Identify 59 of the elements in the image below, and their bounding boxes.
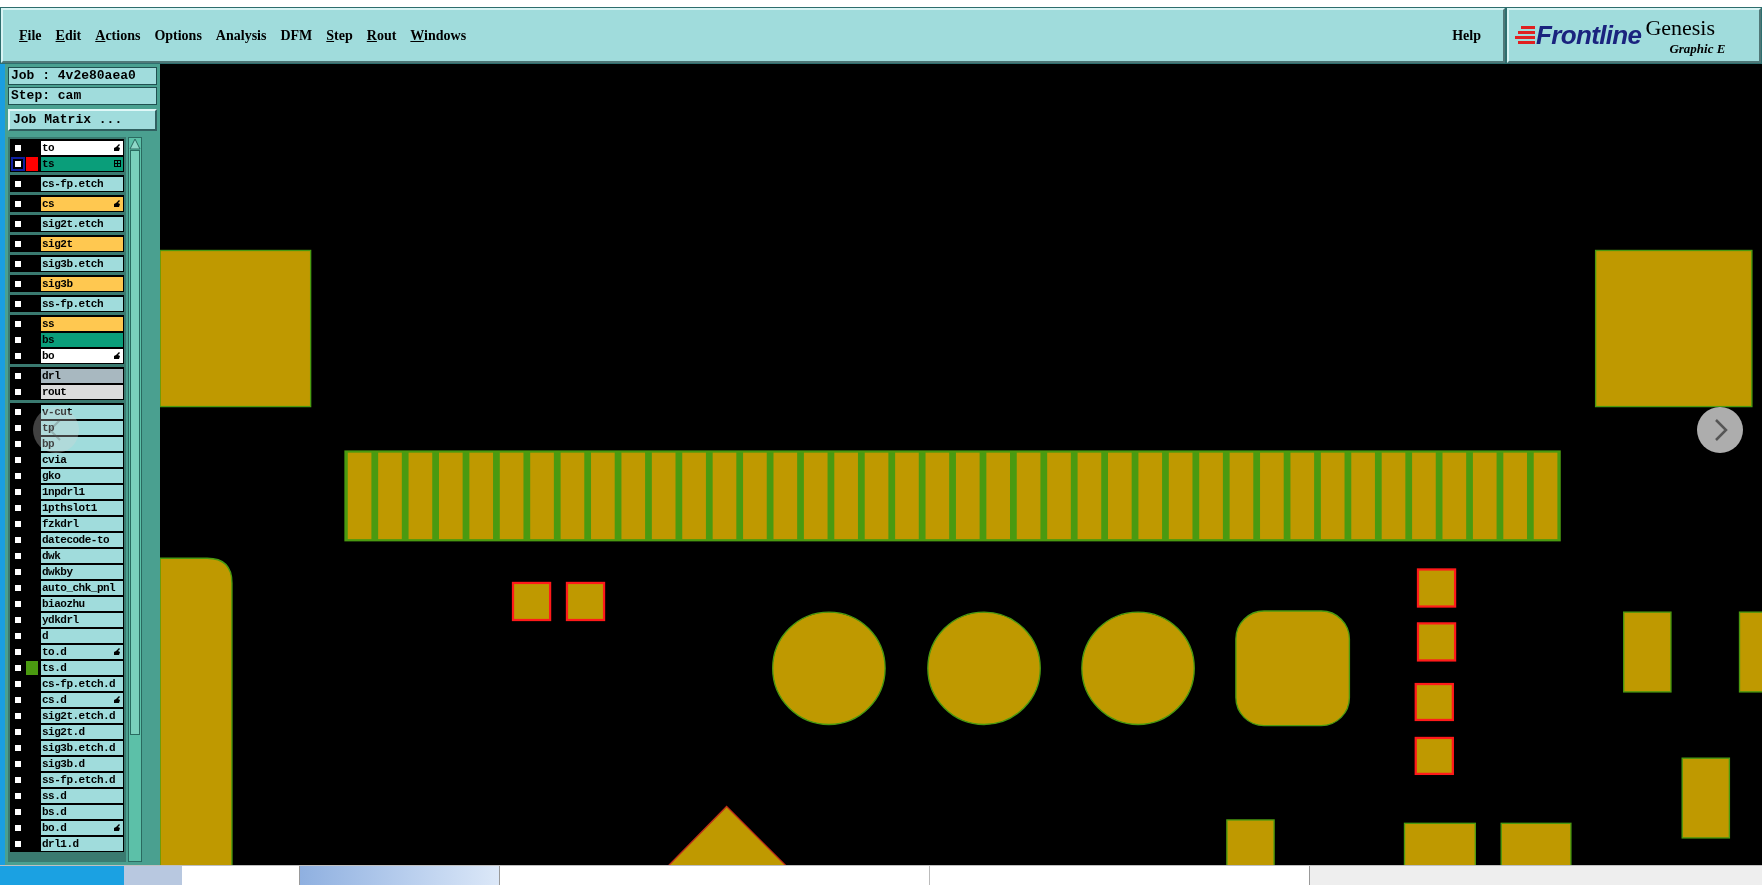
layer-name[interactable]: drl1.d (41, 836, 123, 851)
product-name: Genesis (1645, 16, 1717, 39)
layer-name[interactable]: dwkby (41, 564, 123, 579)
menu-item[interactable]: Options (154, 25, 202, 46)
logo-brand: Frontline (1536, 19, 1642, 52)
layer-name[interactable]: tp (41, 420, 123, 435)
layer-name[interactable]: sig3b (41, 276, 123, 291)
layer-name[interactable]: to.d (41, 644, 123, 659)
menu-item[interactable]: Edit (55, 25, 82, 46)
layer-name[interactable]: bo.d (41, 820, 123, 835)
layer-name[interactable]: auto_chk_pnl (41, 580, 123, 595)
layer-name[interactable]: ss.d (41, 788, 123, 803)
layer-name[interactable]: sig3b.etch (41, 256, 123, 271)
layer-name[interactable]: ts.d (41, 660, 123, 675)
step-label: Step: cam (8, 87, 157, 105)
layer-name[interactable]: bs.d (41, 804, 123, 819)
layer-name[interactable]: fzkdrl (41, 516, 123, 531)
job-matrix-button[interactable]: Job Matrix ... (8, 109, 157, 131)
layer-name[interactable]: gko (41, 468, 123, 483)
menu-item[interactable]: Actions (95, 25, 141, 46)
layer-name[interactable]: cs.d (41, 692, 123, 707)
layer-name[interactable]: d (41, 628, 123, 643)
layer-name[interactable]: sig2t.etch (41, 216, 123, 231)
layer-name[interactable]: cs-fp.etch (41, 176, 123, 191)
layer-row[interactable]: ts (11, 156, 123, 171)
layer-name[interactable]: sig2t (41, 236, 123, 251)
layer-name[interactable]: ydkdrl (41, 612, 123, 627)
layer-name[interactable]: sig2t.etch.d (41, 708, 123, 723)
layer-name[interactable]: ts (41, 156, 123, 171)
layer-name[interactable]: sig3b.etch.d (41, 740, 123, 755)
layer-name[interactable]: biaozhu (41, 596, 123, 611)
menu-item[interactable]: Rout (366, 25, 397, 46)
layer-name[interactable]: bs (41, 332, 123, 347)
layer-name[interactable]: sig2t.d (41, 724, 123, 739)
layer-name[interactable]: 1npdrl1 (41, 484, 123, 499)
menu-item[interactable]: Step (326, 25, 353, 46)
job-label: Job : 4v2e80aea0 (8, 67, 157, 85)
layer-name[interactable]: ss-fp.etch (41, 296, 123, 311)
menu-item[interactable]: Analysis (215, 25, 267, 46)
layer-name[interactable]: cvia (41, 452, 123, 467)
layer-name[interactable]: ss (41, 316, 123, 331)
help-menu[interactable]: Help (1452, 25, 1481, 46)
layer-name[interactable]: bo (41, 348, 123, 363)
menu-item[interactable]: File (19, 25, 42, 46)
layer-name[interactable]: drl (41, 368, 123, 383)
layer-name[interactable]: cs (41, 196, 123, 211)
layer-name[interactable]: rout (41, 384, 123, 399)
layer-name[interactable]: ss-fp.etch.d (41, 772, 123, 787)
layer-name[interactable]: dwk (41, 548, 123, 563)
layer-name[interactable]: bp (41, 436, 123, 451)
layer-name[interactable]: sig3b.d (41, 756, 123, 771)
menu-item[interactable]: DFM (280, 25, 313, 46)
layer-name[interactable]: 1pthslot1 (41, 500, 123, 515)
menu-item[interactable]: Windows (410, 25, 467, 46)
layer-name[interactable]: cs-fp.etch.d (41, 676, 123, 691)
layer-name[interactable]: v-cut (41, 404, 123, 419)
layer-name[interactable]: datecode-to (41, 532, 123, 547)
layer-name[interactable]: to (41, 140, 123, 155)
product-subtitle: Graphic E (1669, 41, 1726, 55)
